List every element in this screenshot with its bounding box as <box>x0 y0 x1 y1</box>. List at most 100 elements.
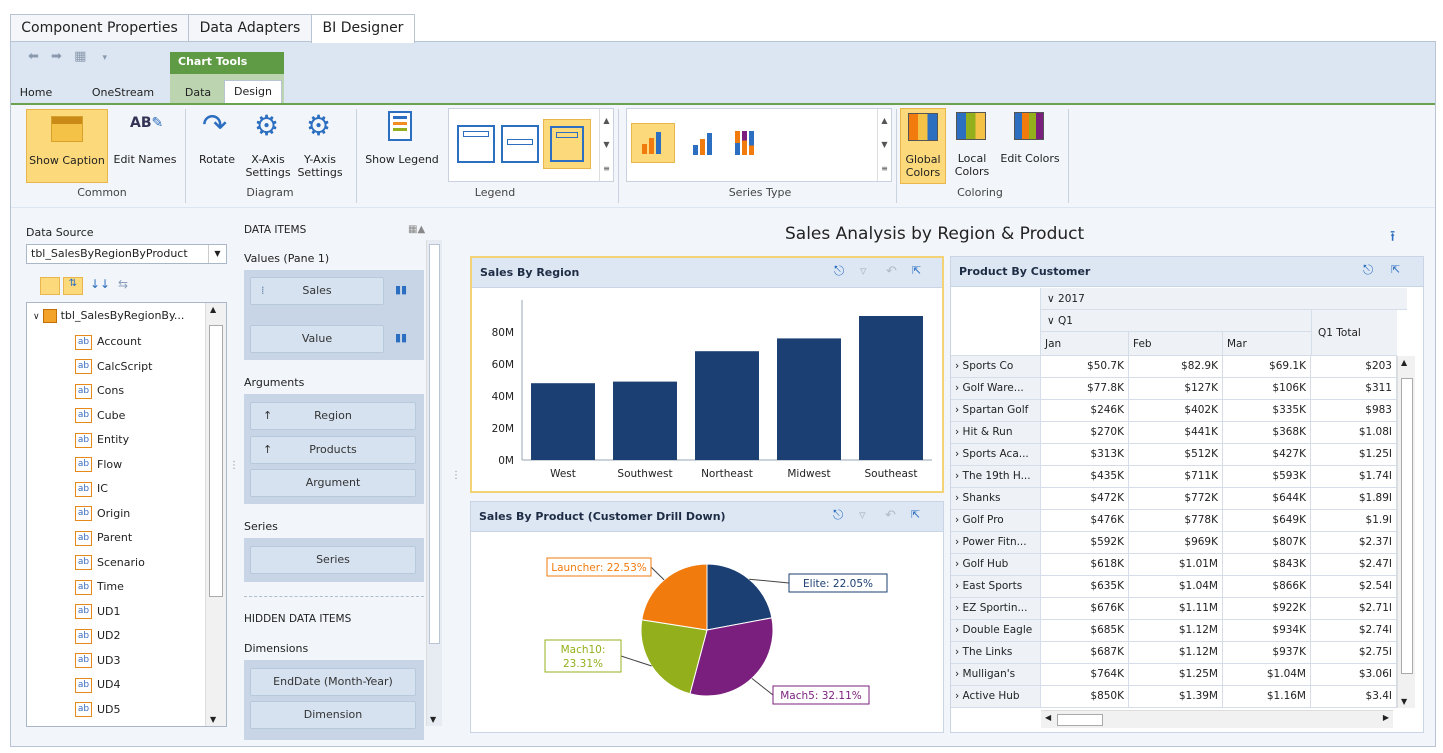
field-item[interactable]: ab Flow <box>75 454 122 476</box>
field-item[interactable]: ab UD2 <box>75 625 121 647</box>
sales-chart-icon[interactable]: ▮▮ <box>395 283 407 296</box>
pivot-row[interactable]: › Mulligan's $764K $1.25M $1.04M $3.06I <box>951 664 1397 686</box>
edit-colors-button[interactable]: Edit Colors <box>998 108 1062 184</box>
field-item[interactable]: ab Cons <box>75 380 124 402</box>
ribbon-tab-home[interactable]: Home <box>16 83 56 103</box>
pivot-q1-total-header[interactable]: Q1 Total <box>1311 310 1397 356</box>
swap-icon[interactable]: ⇆ <box>118 277 128 291</box>
bar[interactable] <box>613 381 677 460</box>
pivot-row-header[interactable]: › Double Eagle <box>951 620 1041 642</box>
pivot-row[interactable]: › Power Fitn... $592K $969K $807K $2.37I <box>951 532 1397 554</box>
scroll-thumb[interactable] <box>209 325 223 597</box>
data-source-select[interactable]: tbl_SalesByRegionByProduct ▼ <box>26 244 227 264</box>
splitter-grip[interactable]: ⋮ <box>229 460 239 471</box>
chevron-right-icon[interactable]: › <box>955 382 963 394</box>
bar[interactable] <box>777 338 841 460</box>
filter-clear-icon[interactable]: ▿ <box>860 264 867 279</box>
pivot-row-header[interactable]: › Golf Hub <box>951 554 1041 576</box>
scroll-left-icon[interactable]: ◀ <box>1045 713 1051 722</box>
chevron-right-icon[interactable]: › <box>955 536 963 548</box>
pivot-row-header[interactable]: › Active Hub <box>951 686 1041 708</box>
redo-icon[interactable]: ➡ <box>51 49 62 64</box>
bar[interactable] <box>695 351 759 460</box>
pivot-row-header[interactable]: › Power Fitn... <box>951 532 1041 554</box>
chevron-right-icon[interactable]: › <box>955 404 963 416</box>
pivot-row[interactable]: › Active Hub $850K $1.39M $1.16M $3.4I <box>951 686 1397 708</box>
maximize-icon[interactable]: ⇱ <box>911 508 920 521</box>
pivot-quarter-header[interactable]: ∨ Q1 <box>1041 310 1311 332</box>
pivot-row[interactable]: › Sports Aca... $313K $512K $427K $1.25I <box>951 444 1397 466</box>
scroll-up-icon[interactable]: ▲ <box>210 305 216 314</box>
legend-top-icon[interactable] <box>457 125 495 163</box>
splitter-grip[interactable]: ⋮ <box>451 470 461 481</box>
tab-component-properties[interactable]: Component Properties <box>10 14 189 42</box>
pivot-row-header[interactable]: › Spartan Golf <box>951 400 1041 422</box>
pivot-row-header[interactable]: › Sports Co <box>951 356 1041 378</box>
chevron-right-icon[interactable]: › <box>955 492 963 504</box>
series-gallery-scroll[interactable]: ▲ ▼ ≡ <box>877 109 891 181</box>
pivot-row[interactable]: › Golf Hub $618K $1.01M $843K $2.47I <box>951 554 1397 576</box>
pivot-row[interactable]: › The Links $687K $1.12M $937K $2.75I <box>951 642 1397 664</box>
group-fields-icon[interactable] <box>40 277 60 295</box>
undo-drill-icon[interactable]: ↶ <box>886 264 897 279</box>
pivot-row-header[interactable]: › Sports Aca... <box>951 444 1041 466</box>
edit-names-button[interactable]: AB✎ Edit Names <box>110 109 180 183</box>
scroll-right-icon[interactable]: ▶ <box>1383 713 1389 722</box>
pivot-row-header[interactable]: › The Links <box>951 642 1041 664</box>
data-items-options-icon[interactable]: ▦▲ <box>408 224 425 235</box>
pivot-row[interactable]: › Golf Pro $476K $778K $649K $1.9I <box>951 510 1397 532</box>
pivot-row[interactable]: › Double Eagle $685K $1.12M $934K $2.74I <box>951 620 1397 642</box>
export-icon[interactable]: ⎋ <box>1363 263 1373 278</box>
field-item[interactable]: ab UD4 <box>75 674 121 696</box>
local-colors-button[interactable]: Local Colors <box>950 108 994 184</box>
chevron-right-icon[interactable]: › <box>955 448 963 460</box>
chevron-down-icon[interactable]: ∨ <box>1047 315 1055 327</box>
chevron-right-icon[interactable]: › <box>955 646 963 658</box>
pivot-row-header[interactable]: › Golf Ware... <box>951 378 1041 400</box>
pivot-row-header[interactable]: › Golf Pro <box>951 510 1041 532</box>
sales-item[interactable]: ⁞ Sales <box>250 277 384 305</box>
show-legend-button[interactable]: Show Legend <box>364 109 440 183</box>
scroll-thumb[interactable] <box>1401 378 1413 674</box>
pivot-year-header[interactable]: ∨ 2017 <box>1041 288 1407 310</box>
pivot-row-header[interactable]: › Shanks <box>951 488 1041 510</box>
pivot-month-jan[interactable]: Jan <box>1041 332 1129 356</box>
scroll-down-icon[interactable]: ▼ <box>1401 697 1407 706</box>
chevron-right-icon[interactable]: › <box>955 668 963 680</box>
rotate-button[interactable]: ↷ Rotate <box>194 109 240 183</box>
pivot-row[interactable]: › Golf Ware... $77.8K $127K $106K $311 <box>951 378 1397 400</box>
bar-chart-pane[interactable]: Sales By Region ⎋ ▿ ↶ ⇱ 0M 20M 40M 60M 80M We… <box>470 256 944 493</box>
maximize-icon[interactable]: ⇱ <box>1391 263 1400 276</box>
bar[interactable] <box>531 383 595 460</box>
pivot-row[interactable]: › Sports Co $50.7K $82.9K $69.1K $203 <box>951 356 1397 378</box>
export-icon[interactable]: ⎋ <box>834 264 844 279</box>
series-stacked-bar-icon[interactable] <box>685 123 725 163</box>
field-item[interactable]: ab Origin <box>75 503 130 525</box>
chevron-right-icon[interactable]: › <box>955 514 963 526</box>
pivot-pane[interactable]: Product By Customer ⎋ ⇱ ∨ 2017 ∨ Q1 Q1 T… <box>950 256 1424 733</box>
layout-icon[interactable]: ▦ <box>74 49 86 64</box>
x-axis-settings-button[interactable]: ⚙ X-Axis Settings <box>244 109 292 183</box>
chevron-down-icon[interactable]: ∨ <box>33 312 40 322</box>
chevron-right-icon[interactable]: › <box>955 690 963 702</box>
pivot-vscroll[interactable]: ▲ ▼ <box>1397 356 1415 708</box>
pivot-hscroll[interactable]: ◀ ▶ <box>1041 710 1393 728</box>
pivot-row-header[interactable]: › Mulligan's <box>951 664 1041 686</box>
field-list-scrollbar[interactable]: ▲ ▼ <box>205 303 226 726</box>
customize-icon[interactable]: ▾ <box>103 53 108 63</box>
pivot-row[interactable]: › Hit & Run $270K $441K $368K $1.08I <box>951 422 1397 444</box>
legend-bottom-icon[interactable] <box>501 125 539 163</box>
pivot-row[interactable]: › Spartan Golf $246K $402K $335K $983 <box>951 400 1397 422</box>
undo-icon[interactable]: ⬅ <box>28 49 39 64</box>
pivot-row[interactable]: › EZ Sportin... $676K $1.11M $922K $2.71I <box>951 598 1397 620</box>
region-item[interactable]: ↑ Region <box>250 402 416 430</box>
ribbon-tab-data[interactable]: Data <box>178 83 218 103</box>
field-item[interactable]: ab Cube <box>75 405 125 427</box>
scroll-thumb[interactable] <box>1057 714 1103 726</box>
legend-gallery-scroll[interactable]: ▲ ▼ ≡ <box>599 109 613 181</box>
chevron-right-icon[interactable]: › <box>955 360 963 372</box>
scroll-up-icon[interactable]: ▲ <box>1401 358 1407 367</box>
dimension-placeholder[interactable]: Dimension <box>250 701 416 729</box>
chevron-right-icon[interactable]: › <box>955 624 963 636</box>
pivot-row-header[interactable]: › The 19th H... <box>951 466 1041 488</box>
